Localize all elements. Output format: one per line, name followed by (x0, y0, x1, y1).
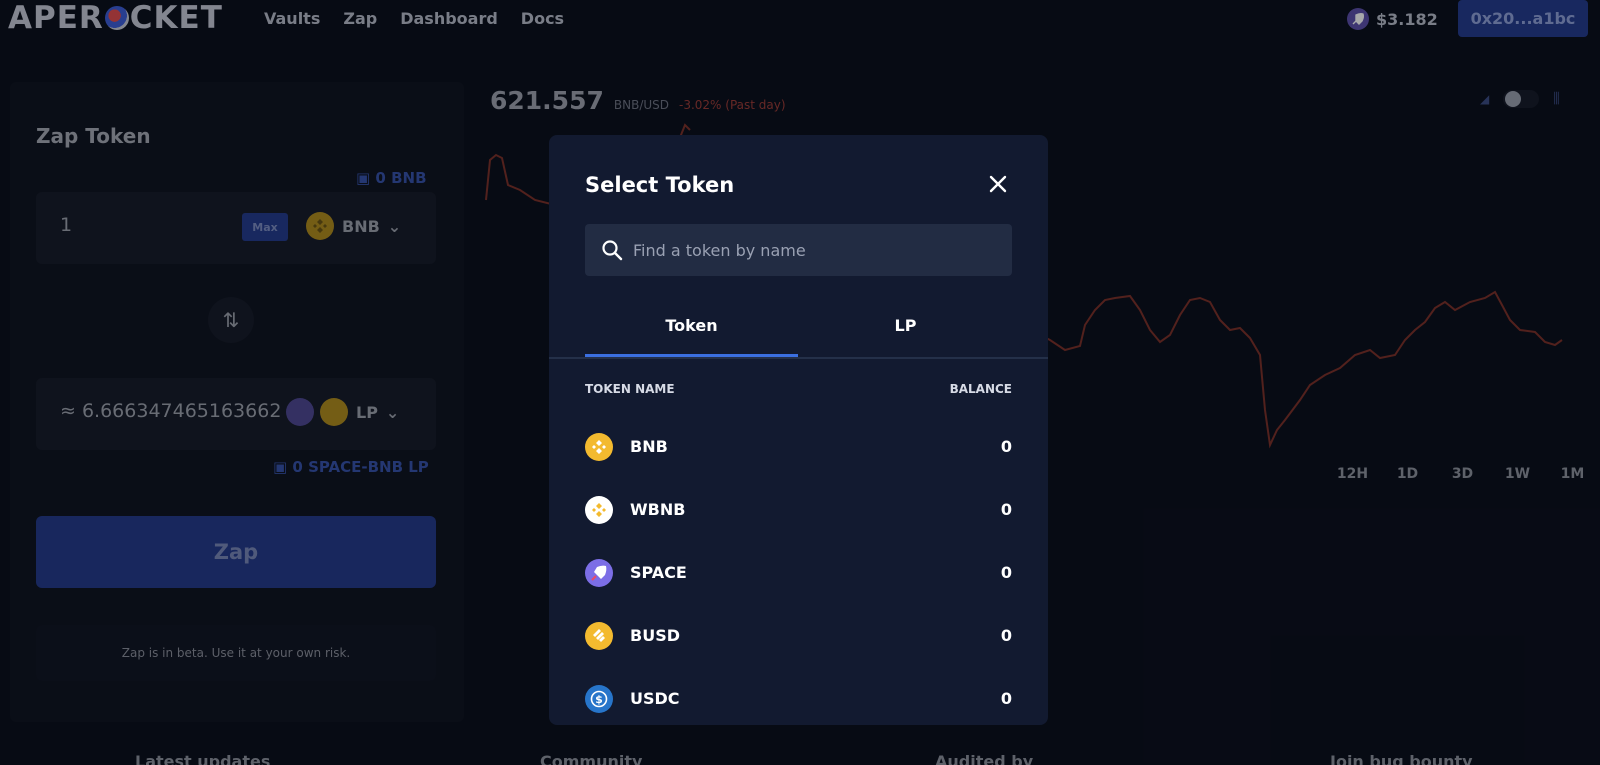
col-balance: BALANCE (949, 382, 1012, 396)
token-search (585, 224, 1012, 276)
token-balance: 0 (1000, 500, 1012, 519)
token-name: BUSD (630, 626, 680, 645)
token-balance: 0 (1000, 626, 1012, 645)
token-row-space[interactable]: SPACE 0 (585, 541, 1012, 604)
token-name: USDC (630, 689, 680, 708)
token-name: SPACE (630, 563, 687, 582)
select-token-modal: Select Token Token LP TOKEN NAME BALANCE… (549, 135, 1048, 725)
token-list: BNB 0 WBNB 0 SPACE 0 BUSD 0 $ USDC 0 (585, 415, 1012, 725)
token-row-busd[interactable]: BUSD 0 (585, 604, 1012, 667)
close-icon (989, 175, 1007, 193)
token-row-wbnb[interactable]: WBNB 0 (585, 478, 1012, 541)
token-row-usdc[interactable]: $ USDC 0 (585, 667, 1012, 725)
wbnb-icon (585, 495, 613, 524)
modal-title: Select Token (585, 173, 735, 197)
busd-icon (585, 621, 613, 650)
bnb-icon (585, 432, 613, 461)
token-balance: 0 (1000, 689, 1012, 708)
space-rocket-icon (585, 558, 613, 587)
token-name: BNB (630, 437, 668, 456)
svg-text:$: $ (595, 693, 603, 706)
token-name: WBNB (630, 500, 686, 519)
col-token-name: TOKEN NAME (585, 382, 675, 396)
tab-token[interactable]: Token (585, 313, 798, 357)
token-balance: 0 (1000, 563, 1012, 582)
tab-lp[interactable]: LP (799, 313, 1012, 357)
token-tabs: Token LP (549, 313, 1048, 359)
close-button[interactable] (985, 171, 1011, 197)
usdc-icon: $ (585, 684, 613, 713)
token-row-bnb[interactable]: BNB 0 (585, 415, 1012, 478)
token-balance: 0 (1000, 437, 1012, 456)
search-input[interactable] (633, 224, 1003, 276)
search-icon (602, 240, 623, 261)
